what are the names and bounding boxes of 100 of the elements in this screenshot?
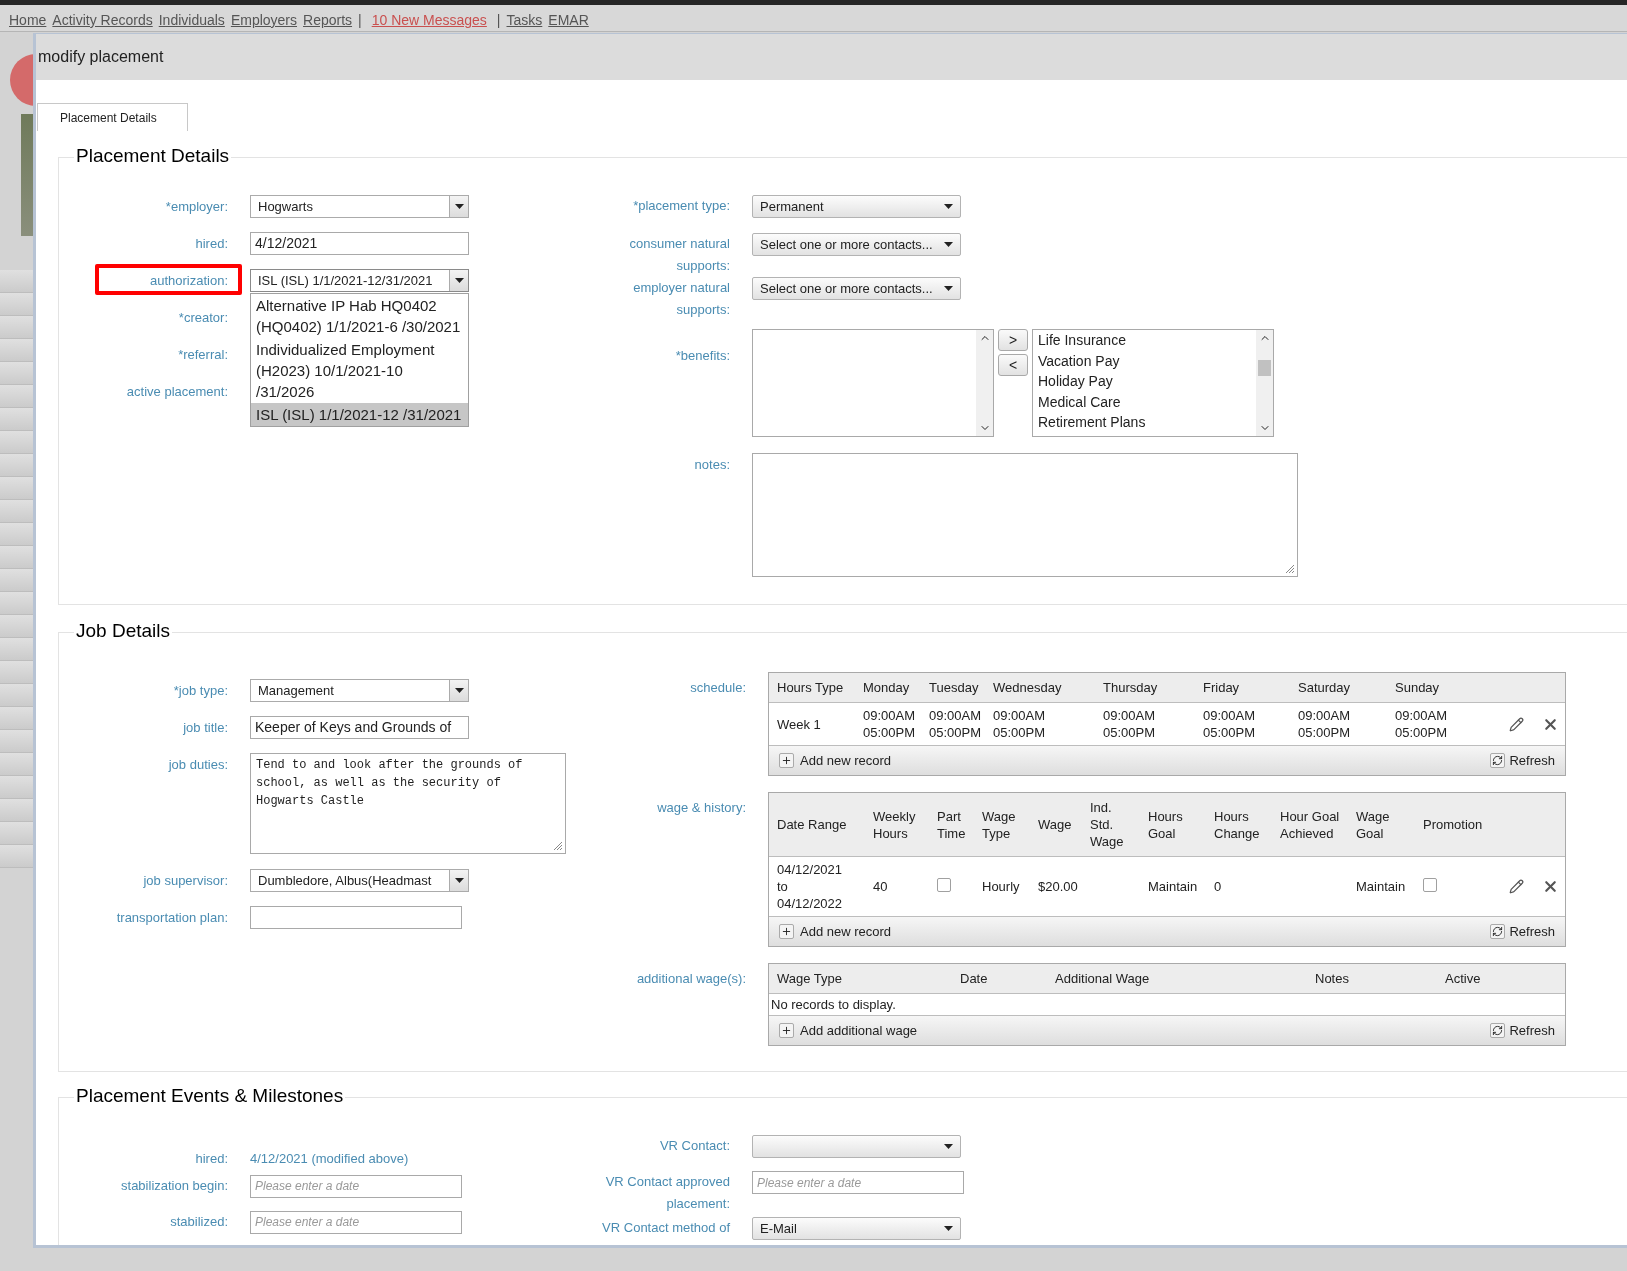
dropdown-arrow-icon: [944, 1144, 953, 1149]
select-dropdown[interactable]: [752, 1135, 961, 1158]
text-field[interactable]: 4/12/2021: [250, 232, 469, 255]
column-header[interactable]: Part Time: [929, 793, 974, 857]
table-cell: 09:00AM 05:00PM: [929, 707, 982, 741]
add-button[interactable]: Add additional wage: [779, 1020, 918, 1041]
column-header[interactable]: Wage Type: [974, 793, 1030, 857]
available-list[interactable]: [752, 329, 994, 437]
table-cell: 04/12/2021 to 04/12/2022: [777, 861, 843, 912]
date-field[interactable]: Please enter a date: [250, 1210, 462, 1234]
field-label: *referral:: [177, 345, 228, 364]
column-header[interactable]: Wage Type: [769, 964, 952, 994]
table-cell: 0: [1214, 879, 1222, 894]
date-field[interactable]: Please enter a date: [250, 1174, 462, 1198]
list-option[interactable]: Life Insurance: [1038, 330, 1255, 351]
column-header[interactable]: Weekly Hours: [865, 793, 929, 857]
grid-row[interactable]: 04/12/2021 to 04/12/2022 40 Hourly $20.00 Maintain 0 Maintain: [769, 856, 1565, 917]
column-header[interactable]: Hours Change: [1206, 793, 1272, 857]
nav-link[interactable]: Activity Records: [52, 12, 153, 28]
move-button[interactable]: >: [998, 329, 1028, 351]
text-area[interactable]: Tend to and look after the grounds of school, as well as the security of Hogwarts Castle: [250, 753, 566, 854]
scrollbar[interactable]: [1256, 330, 1273, 436]
edit-icon[interactable]: [1509, 879, 1524, 894]
column-header[interactable]: Active: [1437, 964, 1501, 994]
column-header[interactable]: Friday: [1195, 673, 1290, 703]
column-header[interactable]: Promotion: [1415, 793, 1495, 857]
dropdown[interactable]: Management: [250, 679, 469, 702]
select-dropdown[interactable]: E-Mail: [752, 1217, 961, 1240]
text-field[interactable]: [250, 906, 462, 929]
date-field[interactable]: Please enter a date: [752, 1171, 964, 1194]
field-label: *placement type:: [632, 197, 730, 215]
field-label: *employer:: [164, 197, 228, 216]
plus-icon: [779, 1023, 794, 1038]
column-header[interactable]: Monday: [855, 673, 921, 703]
nav-link[interactable]: Reports: [303, 12, 353, 28]
notes-field[interactable]: [752, 453, 1298, 577]
nav-link[interactable]: Tasks: [506, 12, 543, 28]
list-option[interactable]: Retirement Plans: [1038, 412, 1255, 433]
plus-icon: [779, 924, 794, 939]
list-option[interactable]: Medical Care: [1038, 391, 1255, 412]
field-label: hired:: [194, 1150, 228, 1168]
resize-grip-icon: [553, 841, 563, 851]
select-dropdown[interactable]: Permanent: [752, 195, 961, 218]
column-header[interactable]: Hour Goal Achieved: [1272, 793, 1348, 857]
scrollbar[interactable]: [976, 330, 993, 436]
checkbox[interactable]: [937, 877, 951, 892]
list-option[interactable]: Vacation Pay: [1038, 350, 1255, 371]
nav-separator: |: [496, 12, 501, 28]
selected-list[interactable]: Life Insurance Vacation Pay Holiday Pay Medical Care Retirement Plans: [1032, 329, 1274, 437]
move-button[interactable]: <: [998, 354, 1028, 376]
column-header[interactable]: Date: [952, 964, 1047, 994]
list-option[interactable]: Holiday Pay: [1038, 371, 1255, 392]
refresh-icon: [1490, 924, 1506, 939]
table-cell: $20.00: [1038, 879, 1078, 894]
nav-link[interactable]: EMAR: [548, 12, 589, 28]
field-label: *benefits:: [674, 347, 730, 365]
add-button[interactable]: Add new record: [779, 921, 892, 942]
field-label: job supervisor:: [142, 871, 228, 890]
refresh-button[interactable]: Refresh: [1490, 750, 1555, 771]
dropdown[interactable]: Dumbledore, Albus(Headmast: [250, 869, 469, 892]
column-header[interactable]: Wage: [1030, 793, 1082, 857]
dropdown-arrow-icon: [944, 286, 953, 291]
column-header[interactable]: Notes: [1307, 964, 1437, 994]
text-field[interactable]: Keeper of Keys and Grounds of: [250, 716, 469, 739]
edit-icon[interactable]: [1509, 716, 1524, 732]
refresh-button[interactable]: Refresh: [1490, 1020, 1555, 1041]
dropdown[interactable]: Hogwarts: [250, 195, 469, 218]
table-cell: 09:00AM 05:00PM: [993, 707, 1046, 741]
field-label: wage & history:: [656, 799, 746, 817]
table-cell: 09:00AM 05:00PM: [1395, 707, 1448, 741]
checkbox[interactable]: [1423, 877, 1437, 892]
column-header[interactable]: Sunday: [1387, 673, 1472, 703]
dropdown-arrow-icon: [454, 204, 464, 209]
column-header[interactable]: Wednesday: [985, 673, 1095, 703]
add-button[interactable]: Add new record: [779, 750, 892, 771]
column-header[interactable]: Hours Type: [769, 673, 855, 703]
nav-link[interactable]: Home: [9, 12, 47, 28]
select-dropdown[interactable]: Select one or more contacts...: [752, 277, 961, 300]
refresh-icon: [1490, 1023, 1506, 1038]
delete-icon[interactable]: [1542, 878, 1559, 895]
nav-link[interactable]: Employers: [230, 12, 297, 28]
column-header[interactable]: Ind. Std. Wage: [1082, 793, 1140, 857]
dropdown-option[interactable]: ISL (ISL) 1/1/2021-12 /31/2021: [251, 403, 468, 426]
column-header[interactable]: Wage Goal: [1348, 793, 1415, 857]
select-dropdown[interactable]: Select one or more contacts...: [752, 233, 961, 256]
tab[interactable]: Placement Details: [37, 103, 188, 131]
column-header[interactable]: Saturday: [1290, 673, 1387, 703]
field-label: VR Contact method of: [601, 1219, 730, 1237]
plus-icon: [779, 753, 794, 768]
column-header[interactable]: Date Range: [769, 793, 865, 857]
scrollbar-thumb[interactable]: [1258, 360, 1271, 376]
column-header[interactable]: Tuesday: [921, 673, 985, 703]
nav-link[interactable]: Individuals: [158, 12, 225, 28]
dropdown[interactable]: ISL (ISL) 1/1/2021-12/31/2021: [250, 269, 469, 292]
refresh-button[interactable]: Refresh: [1490, 921, 1555, 942]
column-header[interactable]: Additional Wage: [1047, 964, 1307, 994]
dropdown-arrow-icon: [944, 242, 953, 247]
column-header[interactable]: Thursday: [1095, 673, 1195, 703]
grid-row[interactable]: Week 1 09:00AM 05:00PM 09:00AM 05:00PM 09:00AM 05:00PM 09:00AM 05:00PM 09:00AM 05:00PM 09:00AM 05:00PM 09:00AM 05:00PM: [769, 702, 1565, 746]
column-header[interactable]: Hours Goal: [1140, 793, 1206, 857]
